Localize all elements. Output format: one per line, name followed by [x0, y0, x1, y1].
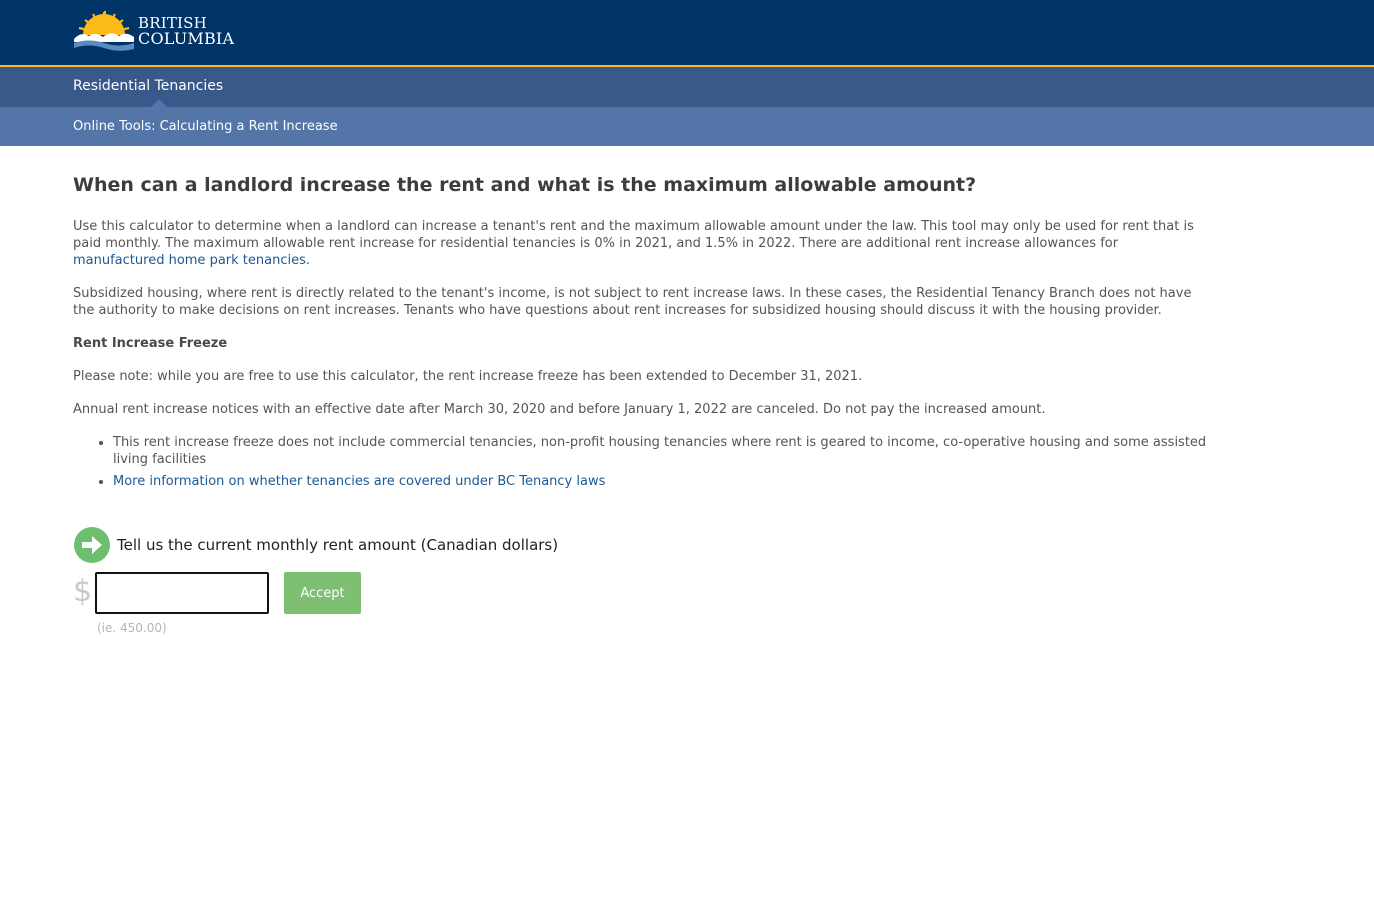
tenancy-laws-link[interactable]: More information on whether tenancies ar…: [113, 474, 605, 489]
nav-active-caret-icon: [151, 99, 167, 107]
nav-calculating-rent-increase[interactable]: Online Tools: Calculating a Rent Increas…: [73, 119, 338, 134]
input-hint: (ie. 450.00): [97, 621, 167, 635]
question-label: Tell us the current monthly rent amount …: [117, 536, 559, 554]
intro-text: Use this calculator to determine when a …: [73, 219, 1194, 251]
manufactured-home-park-link[interactable]: manufactured home park tenancies.: [73, 253, 310, 268]
list-item: More information on whether tenancies ar…: [113, 473, 1208, 490]
intro-paragraph: Use this calculator to determine when a …: [73, 218, 1208, 269]
bc-logo[interactable]: BRITISH COLUMBIA: [73, 9, 234, 53]
logo-line-2: COLUMBIA: [138, 29, 235, 48]
nav-residential-tenancies[interactable]: Residential Tenancies: [73, 78, 223, 94]
accept-button[interactable]: Accept: [284, 572, 361, 614]
freeze-heading: Rent Increase Freeze: [73, 336, 228, 351]
top-header: BRITISH COLUMBIA: [0, 0, 1374, 65]
bc-sun-logo-icon: [74, 11, 134, 51]
list-item: This rent increase freeze does not inclu…: [113, 434, 1208, 468]
logo-wordmark: BRITISH COLUMBIA: [138, 15, 234, 47]
secondary-nav: Online Tools: Calculating a Rent Increas…: [0, 107, 1374, 146]
arrow-right-circle-icon: [74, 527, 110, 563]
subsidized-paragraph: Subsidized housing, where rent is direct…: [73, 286, 1192, 318]
freeze-note: Please note: while you are free to use t…: [73, 369, 863, 384]
freeze-bullet-list: This rent increase freeze does not inclu…: [73, 434, 1208, 490]
rent-question: Tell us the current monthly rent amount …: [74, 527, 558, 563]
currency-symbol: $: [73, 574, 93, 609]
primary-nav: Residential Tenancies: [0, 67, 1374, 107]
page-title: When can a landlord increase the rent an…: [73, 174, 977, 196]
notices-paragraph: Annual rent increase notices with an eff…: [73, 402, 1046, 417]
main-content: When can a landlord increase the rent an…: [73, 170, 1208, 495]
rent-amount-input[interactable]: [95, 572, 269, 614]
